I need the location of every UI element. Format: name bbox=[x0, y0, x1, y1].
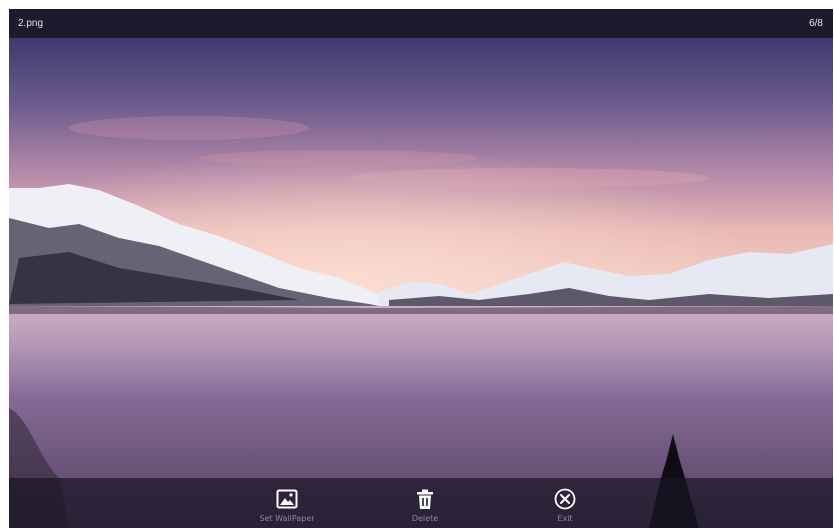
delete-label: Delete bbox=[411, 514, 439, 523]
landscape-photo bbox=[9, 38, 833, 528]
trash-icon bbox=[417, 489, 433, 509]
image-counter: 6/8 bbox=[809, 18, 823, 29]
exit-label: Exit bbox=[557, 514, 573, 523]
set-wallpaper-button[interactable]: Set WallPaper bbox=[247, 488, 327, 523]
image-icon bbox=[276, 489, 298, 509]
image-viewer-window: 2.png 6/8 Set WallPaper Delete Exit bbox=[9, 9, 833, 528]
viewer-header: 2.png 6/8 bbox=[9, 9, 833, 38]
image-filename: 2.png bbox=[18, 18, 44, 29]
set-wallpaper-label: Set WallPaper bbox=[259, 514, 315, 523]
delete-button[interactable]: Delete bbox=[385, 488, 465, 523]
photo-display[interactable] bbox=[9, 38, 833, 528]
close-circle-icon bbox=[554, 488, 576, 510]
exit-button[interactable]: Exit bbox=[525, 488, 605, 523]
action-toolbar: Set WallPaper Delete Exit bbox=[9, 478, 833, 528]
